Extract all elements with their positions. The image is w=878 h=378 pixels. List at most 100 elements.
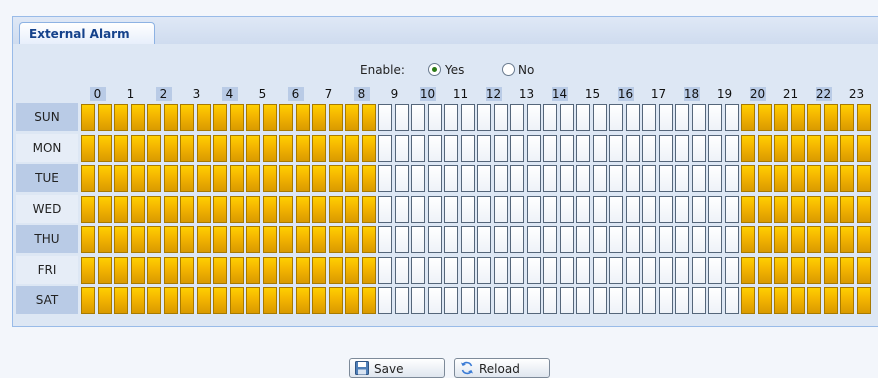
schedule-cell[interactable]	[460, 226, 475, 253]
schedule-cell[interactable]	[856, 104, 871, 131]
schedule-cell[interactable]	[246, 256, 260, 284]
schedule-cell[interactable]	[345, 256, 359, 284]
schedule-cell[interactable]	[295, 287, 310, 314]
schedule-cell[interactable]	[592, 226, 607, 253]
schedule-cell[interactable]	[823, 195, 838, 223]
schedule-cell[interactable]	[295, 165, 310, 192]
schedule-cell[interactable]	[856, 134, 871, 162]
schedule-cell[interactable]	[213, 226, 227, 253]
schedule-cell[interactable]	[411, 226, 425, 253]
schedule-cell[interactable]	[559, 104, 574, 131]
schedule-cell[interactable]	[361, 134, 376, 162]
schedule-cell[interactable]	[576, 287, 590, 314]
tab-external-alarm[interactable]: External Alarm	[19, 22, 155, 45]
schedule-cell[interactable]	[543, 165, 557, 192]
schedule-cell[interactable]	[642, 226, 656, 253]
schedule-cell[interactable]	[378, 104, 392, 131]
schedule-cell[interactable]	[279, 287, 293, 314]
schedule-cell[interactable]	[741, 104, 755, 131]
schedule-cell[interactable]	[774, 287, 788, 314]
schedule-cell[interactable]	[394, 134, 409, 162]
enable-yes-label[interactable]: Yes	[445, 62, 464, 78]
schedule-cell[interactable]	[196, 165, 211, 192]
schedule-cell[interactable]	[312, 165, 326, 192]
schedule-cell[interactable]	[691, 134, 706, 162]
schedule-cell[interactable]	[246, 104, 260, 131]
reload-button[interactable]: Reload	[454, 358, 550, 378]
schedule-cell[interactable]	[526, 134, 541, 162]
schedule-cell[interactable]	[840, 226, 854, 253]
schedule-cell[interactable]	[196, 134, 211, 162]
schedule-cell[interactable]	[213, 287, 227, 314]
schedule-cell[interactable]	[345, 165, 359, 192]
schedule-cell[interactable]	[246, 195, 260, 223]
schedule-cell[interactable]	[840, 104, 854, 131]
schedule-cell[interactable]	[262, 165, 277, 192]
schedule-cell[interactable]	[460, 256, 475, 284]
schedule-cell[interactable]	[510, 195, 524, 223]
schedule-cell[interactable]	[361, 195, 376, 223]
schedule-cell[interactable]	[774, 104, 788, 131]
schedule-cell[interactable]	[609, 165, 623, 192]
schedule-cell[interactable]	[427, 134, 442, 162]
schedule-cell[interactable]	[543, 256, 557, 284]
schedule-cell[interactable]	[394, 165, 409, 192]
schedule-cell[interactable]	[625, 134, 640, 162]
schedule-cell[interactable]	[279, 134, 293, 162]
schedule-cell[interactable]	[691, 287, 706, 314]
schedule-cell[interactable]	[411, 104, 425, 131]
schedule-cell[interactable]	[114, 256, 128, 284]
schedule-cell[interactable]	[180, 165, 194, 192]
schedule-cell[interactable]	[444, 134, 458, 162]
schedule-cell[interactable]	[213, 104, 227, 131]
schedule-cell[interactable]	[477, 226, 491, 253]
schedule-cell[interactable]	[427, 226, 442, 253]
schedule-cell[interactable]	[856, 195, 871, 223]
schedule-cell[interactable]	[675, 104, 689, 131]
schedule-cell[interactable]	[345, 104, 359, 131]
schedule-cell[interactable]	[592, 104, 607, 131]
schedule-cell[interactable]	[444, 104, 458, 131]
schedule-cell[interactable]	[444, 226, 458, 253]
schedule-cell[interactable]	[625, 287, 640, 314]
schedule-cell[interactable]	[130, 287, 145, 314]
schedule-cell[interactable]	[328, 104, 343, 131]
schedule-cell[interactable]	[246, 287, 260, 314]
schedule-cell[interactable]	[147, 104, 161, 131]
schedule-cell[interactable]	[790, 195, 805, 223]
schedule-cell[interactable]	[97, 226, 112, 253]
schedule-cell[interactable]	[163, 134, 178, 162]
schedule-cell[interactable]	[295, 226, 310, 253]
schedule-cell[interactable]	[246, 226, 260, 253]
schedule-cell[interactable]	[378, 226, 392, 253]
schedule-cell[interactable]	[81, 256, 95, 284]
schedule-cell[interactable]	[658, 195, 673, 223]
schedule-cell[interactable]	[658, 226, 673, 253]
schedule-cell[interactable]	[576, 165, 590, 192]
schedule-cell[interactable]	[526, 165, 541, 192]
schedule-cell[interactable]	[493, 287, 508, 314]
schedule-cell[interactable]	[130, 165, 145, 192]
schedule-cell[interactable]	[394, 195, 409, 223]
schedule-cell[interactable]	[642, 165, 656, 192]
schedule-cell[interactable]	[691, 256, 706, 284]
schedule-cell[interactable]	[609, 134, 623, 162]
schedule-cell[interactable]	[559, 165, 574, 192]
schedule-cell[interactable]	[427, 165, 442, 192]
schedule-cell[interactable]	[196, 256, 211, 284]
schedule-cell[interactable]	[460, 165, 475, 192]
schedule-cell[interactable]	[807, 256, 821, 284]
schedule-cell[interactable]	[147, 195, 161, 223]
schedule-cell[interactable]	[444, 165, 458, 192]
schedule-cell[interactable]	[658, 134, 673, 162]
schedule-cell[interactable]	[361, 165, 376, 192]
schedule-cell[interactable]	[312, 104, 326, 131]
schedule-cell[interactable]	[477, 134, 491, 162]
schedule-cell[interactable]	[147, 256, 161, 284]
schedule-cell[interactable]	[114, 104, 128, 131]
schedule-cell[interactable]	[477, 287, 491, 314]
schedule-cell[interactable]	[361, 256, 376, 284]
schedule-cell[interactable]	[741, 195, 755, 223]
schedule-cell[interactable]	[114, 165, 128, 192]
schedule-cell[interactable]	[196, 104, 211, 131]
